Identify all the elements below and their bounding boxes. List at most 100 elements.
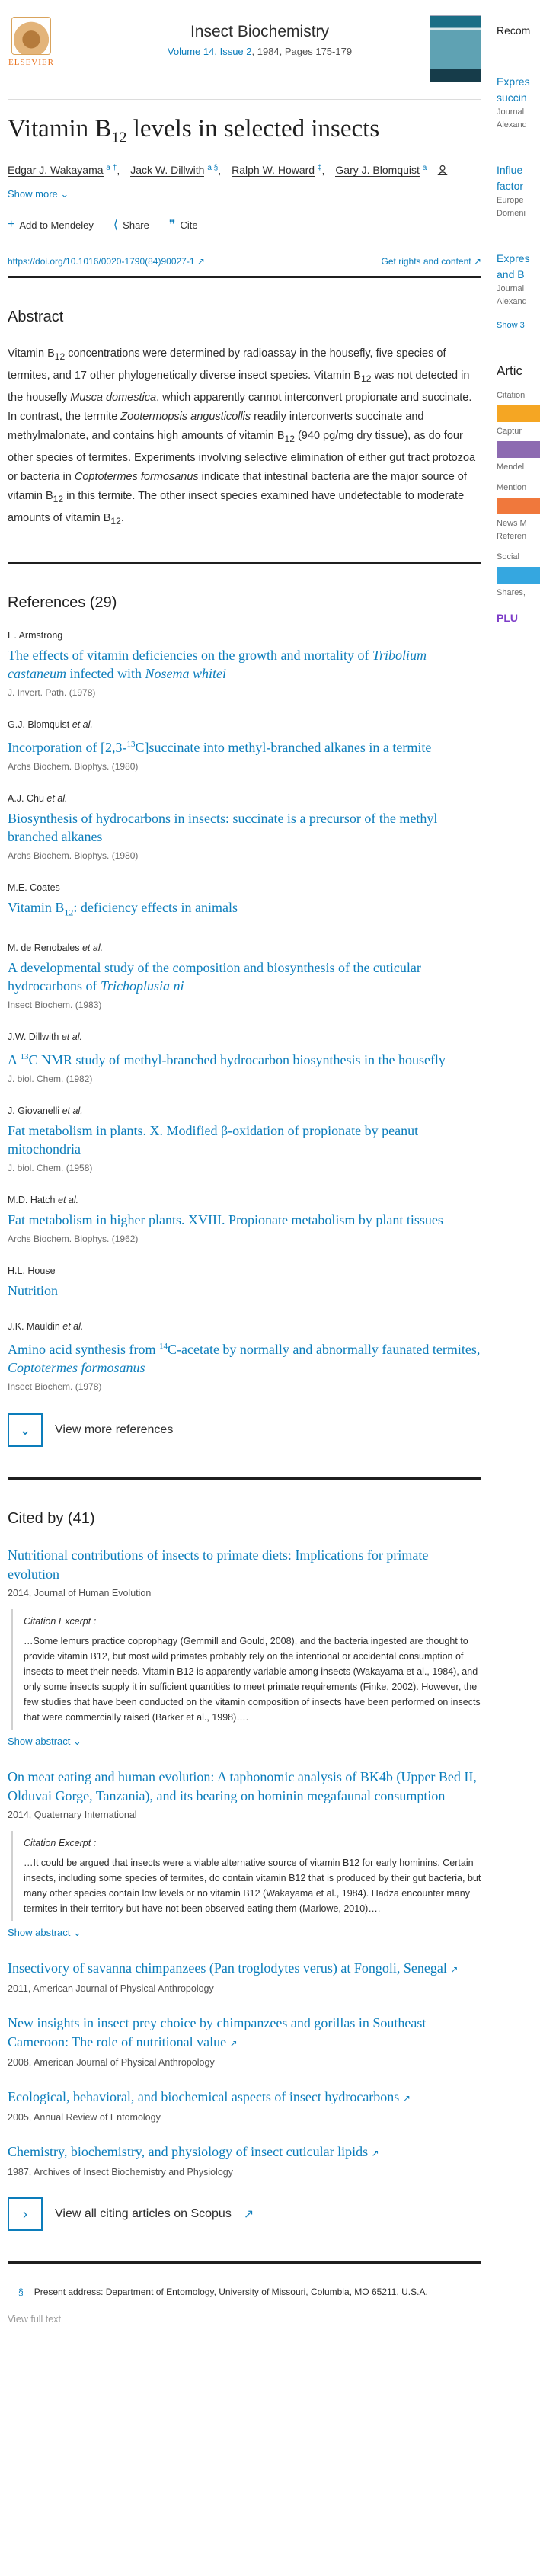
- person-icon[interactable]: [437, 165, 448, 175]
- elsevier-logo[interactable]: ELSEVIER: [8, 17, 55, 70]
- show-more-link[interactable]: Show more ⌄: [8, 188, 481, 200]
- reference-source: J. Invert. Path. (1978): [8, 686, 96, 698]
- citing-article-title[interactable]: Chemistry, biochemistry, and physiology …: [8, 2142, 481, 2163]
- rights-text: Get rights and content: [381, 256, 471, 267]
- external-link-icon: ↗: [229, 2038, 238, 2050]
- reference-title[interactable]: Vitamin B12: deficiency effects in anima…: [8, 898, 481, 922]
- show-abstract-link[interactable]: Show abstract ⌄: [8, 1927, 481, 1939]
- citing-article-source: 2014, Journal of Human Evolution: [8, 1588, 152, 1599]
- reference-item: A.J. Chu et al. Biosynthesis of hydrocar…: [8, 793, 481, 861]
- reference-title[interactable]: Biosynthesis of hydrocarbons in insects:…: [8, 809, 481, 846]
- metric-references: Referen: [497, 532, 527, 541]
- metric-citations: Citation: [497, 391, 526, 400]
- external-link-icon: ↗: [450, 1964, 459, 1976]
- reference-title[interactable]: The effects of vitamin deficiencies on t…: [8, 646, 481, 683]
- excerpt-text: …It could be argued that insects were a …: [24, 1858, 481, 1915]
- sidebar-show-more[interactable]: Show 3: [497, 319, 540, 332]
- citing-article-source: 2005, Annual Review of Entomology: [8, 2112, 161, 2123]
- citing-article-source: 1987, Archives of Insect Biochemistry an…: [8, 2167, 233, 2178]
- citing-title-text: New insights in insect prey choice by ch…: [8, 2015, 427, 2050]
- sidebar-article-title[interactable]: succin: [497, 90, 540, 106]
- citing-article: Nutritional contributions of insects to …: [8, 1546, 481, 1748]
- reference-title[interactable]: Nutrition: [8, 1282, 481, 1300]
- cite-button[interactable]: ❞ Cite: [169, 217, 198, 232]
- citing-article-source: 2014, Quaternary International: [8, 1810, 137, 1821]
- citing-article-title[interactable]: On meat eating and human evolution: A ta…: [8, 1768, 481, 1806]
- footnote-text: Present address: Department of Entomolog…: [34, 2286, 428, 2298]
- recommended-sidebar: Recom Expres succin Journal Alexand Infl…: [497, 0, 540, 626]
- reference-list: E. Armstrong The effects of vitamin defi…: [8, 630, 481, 1393]
- author-list: Edgar J. Wakayama a †, Jack W. Dillwith …: [8, 164, 481, 178]
- show-abstract-link[interactable]: Show abstract ⌄: [8, 1736, 481, 1748]
- reference-authors: H.L. House: [8, 1266, 56, 1277]
- citing-article-source: 2011, American Journal of Physical Anthr…: [8, 1983, 214, 1995]
- share-button[interactable]: ⟨ Share: [113, 217, 149, 232]
- plumx-logo[interactable]: PLU: [497, 610, 540, 626]
- citing-article-title[interactable]: New insights in insect prey choice by ch…: [8, 2014, 481, 2053]
- author[interactable]: Gary J. Blomquist a: [335, 164, 427, 178]
- reference-title[interactable]: A 13C NMR study of methyl-branched hydro…: [8, 1048, 481, 1069]
- chevron-down-icon[interactable]: ⌄: [8, 1413, 43, 1448]
- journal-meta: Volume 14, Issue 2, 1984, Pages 175-179: [99, 46, 420, 57]
- abstract-text: Vitamin B12 concentrations were determin…: [8, 347, 476, 526]
- reference-authors: J. Giovanelli et al.: [8, 1106, 83, 1117]
- journal-info: Insect Biochemistry Volume 14, Issue 2, …: [99, 23, 420, 57]
- elsevier-logo-text: ELSEVIER: [8, 58, 54, 67]
- metric-mendeley: Mendel: [497, 462, 525, 472]
- sidebar-article-title[interactable]: factor: [497, 178, 540, 194]
- cited-by-heading: Cited by (41): [8, 1510, 95, 1528]
- metric-mentions: Mention: [497, 483, 527, 492]
- reference-title[interactable]: Amino acid synthesis from 14C-acetate by…: [8, 1337, 481, 1377]
- metric-captures: Captur: [497, 427, 522, 436]
- excerpt-label: Citation Excerpt :: [24, 1616, 97, 1627]
- reference-source: J. biol. Chem. (1982): [8, 1074, 93, 1085]
- citing-article-title[interactable]: Ecological, behavioral, and biochemical …: [8, 2088, 481, 2108]
- citing-article-title[interactable]: Nutritional contributions of insects to …: [8, 1546, 481, 1584]
- reference-item: J.K. Mauldin et al. Amino acid synthesis…: [8, 1321, 481, 1392]
- view-full-text-link[interactable]: View full text: [8, 2314, 481, 2325]
- show-abstract-label: Show abstract: [8, 1927, 71, 1939]
- view-more-label: View more references: [55, 1423, 174, 1437]
- sidebar-article-title[interactable]: and B: [497, 267, 540, 283]
- sidebar-article-title[interactable]: Influe: [497, 162, 540, 178]
- reference-authors: J.K. Mauldin et al.: [8, 1321, 84, 1333]
- view-more-references[interactable]: ⌄ View more references: [8, 1413, 481, 1448]
- sidebar-article-title[interactable]: Expres: [497, 74, 540, 90]
- external-link-icon: ↗: [243, 2208, 254, 2222]
- share-label: Share: [123, 219, 149, 231]
- sidebar-metrics-heading: Artic: [497, 363, 522, 378]
- reference-title[interactable]: Fat metabolism in higher plants. XVIII. …: [8, 1211, 481, 1229]
- reference-item: E. Armstrong The effects of vitamin defi…: [8, 630, 481, 698]
- reference-item: J.W. Dillwith et al. A 13C NMR study of …: [8, 1032, 481, 1084]
- view-all-citing-articles[interactable]: › View all citing articles on Scopus ↗: [8, 2197, 481, 2232]
- chevron-right-icon[interactable]: ›: [8, 2197, 43, 2232]
- citing-article: New insights in insect prey choice by ch…: [8, 2014, 481, 2068]
- reference-title[interactable]: Incorporation of [2,3-13C]succinate into…: [8, 735, 481, 757]
- journal-title[interactable]: Insect Biochemistry: [99, 23, 420, 41]
- metric-bar: [497, 441, 540, 458]
- volume-issue-link[interactable]: Volume 14, Issue 2: [168, 46, 252, 57]
- rights-link[interactable]: Get rights and content ↗: [382, 256, 481, 267]
- citing-article-title[interactable]: Insectivory of savanna chimpanzees (Pan …: [8, 1959, 481, 1979]
- section-divider: [8, 2261, 481, 2264]
- chevron-down-icon: ⌄: [73, 1927, 81, 1939]
- citing-article: Insectivory of savanna chimpanzees (Pan …: [8, 1959, 481, 1994]
- author[interactable]: Edgar J. Wakayama a †,: [8, 164, 120, 178]
- add-to-mendeley-button[interactable]: + Add to Mendeley: [8, 218, 94, 232]
- article-main: ELSEVIER Insect Biochemistry Volume 14, …: [8, 0, 481, 2325]
- author[interactable]: Ralph W. Howard ‡,: [232, 164, 324, 178]
- reference-item: G.J. Blomquist et al. Incorporation of […: [8, 719, 481, 772]
- doi-link[interactable]: https://doi.org/10.1016/0020-1790(84)900…: [8, 256, 205, 267]
- reference-item: H.L. House Nutrition: [8, 1266, 481, 1300]
- reference-title[interactable]: A developmental study of the composition…: [8, 958, 481, 995]
- citation-excerpt: Citation Excerpt : …Some lemurs practice…: [11, 1609, 481, 1730]
- reference-title[interactable]: Fat metabolism in plants. X. Modified β-…: [8, 1122, 481, 1158]
- references-heading: References (29): [8, 594, 117, 611]
- sidebar-article-title[interactable]: Expres: [497, 251, 540, 267]
- author[interactable]: Jack W. Dillwith a §,: [130, 164, 221, 178]
- citing-title-text: Ecological, behavioral, and biochemical …: [8, 2089, 400, 2105]
- footnote-mark: §: [18, 2286, 24, 2298]
- journal-cover-image[interactable]: [430, 15, 481, 82]
- reference-authors: M. de Renobales et al.: [8, 942, 104, 954]
- doi-row: https://doi.org/10.1016/0020-1790(84)900…: [8, 245, 481, 279]
